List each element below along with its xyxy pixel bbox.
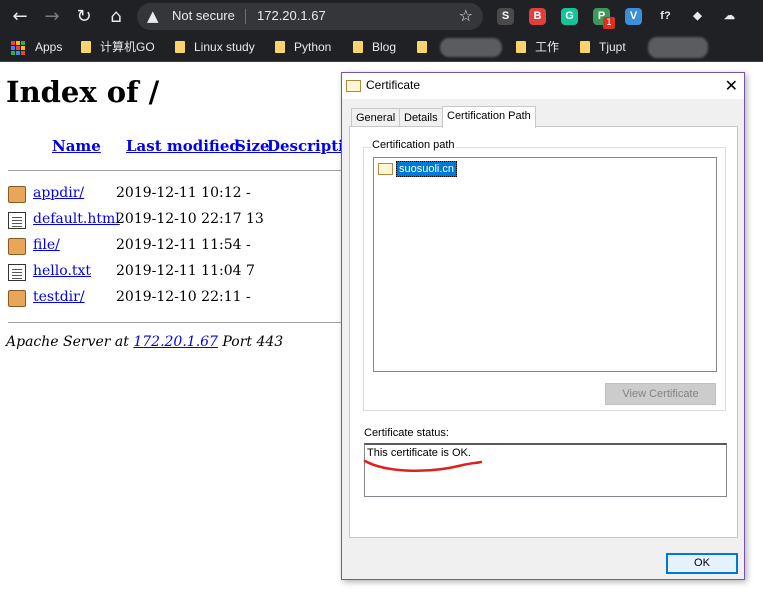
back-arrow-icon[interactable]: ← — [8, 5, 32, 29]
bookmark-folder[interactable]: 工作 — [516, 34, 559, 61]
file-link[interactable]: file/ — [33, 237, 60, 253]
tree-node-selected[interactable]: suosuoli.cn — [396, 161, 458, 177]
tab-certification-path[interactable]: Certification Path — [442, 106, 536, 128]
last-modified: 2019-12-10 22:17 — [116, 211, 242, 227]
folder-icon — [175, 41, 185, 53]
browser-toolbar: ← → ↻ ⌂ ▲ Not secure 172.20.1.67 ☆ SBGPV… — [0, 0, 763, 34]
file-size: 7 — [246, 263, 255, 279]
server-host-link[interactable]: 172.20.1.67 — [133, 334, 218, 350]
folder-icon — [580, 41, 590, 53]
omnibox-divider — [245, 9, 246, 24]
bookmarks-bar: Apps 计算机GO Linux study Python Blog 工作 Tj… — [0, 34, 763, 62]
bookmark-folder[interactable]: 计算机GO — [81, 34, 155, 61]
last-modified: 2019-12-11 10:12 — [116, 185, 242, 201]
file-link[interactable]: default.html — [33, 211, 120, 227]
dialog-title: Certificate — [366, 78, 421, 92]
certificate-icon — [378, 163, 393, 175]
file-size: - — [246, 237, 251, 253]
bookmark-apps[interactable]: Apps — [35, 34, 62, 61]
red-extension-icon[interactable]: B — [529, 8, 546, 25]
file-size: - — [246, 185, 251, 201]
divider — [8, 322, 352, 323]
folder-icon — [81, 41, 91, 53]
certification-path-label: Certification path — [371, 139, 456, 151]
file-link[interactable]: testdir/ — [33, 289, 85, 305]
close-icon[interactable]: ✕ — [725, 76, 738, 96]
blue-extension-icon[interactable]: V — [625, 8, 642, 25]
certificate-icon — [346, 80, 361, 92]
bookmark-label: Tjupt — [599, 40, 626, 54]
page-title: Index of / — [6, 75, 160, 109]
certification-path-panel: Certification path suosuoli.cn View Cert… — [349, 126, 738, 538]
last-modified: 2019-12-11 11:54 — [116, 237, 242, 253]
home-icon[interactable]: ⌂ — [104, 5, 128, 29]
file-link[interactable]: appdir/ — [33, 185, 84, 201]
table-row: hello.txt 2019-12-11 11:04 7 — [8, 261, 348, 283]
file-link[interactable]: hello.txt — [33, 263, 91, 279]
column-modified-link[interactable]: Last modified — [126, 137, 240, 155]
file-size: 13 — [246, 211, 264, 227]
certification-path-tree[interactable]: suosuoli.cn — [373, 157, 717, 372]
document-icon — [8, 264, 26, 281]
s-extension-icon[interactable]: S — [497, 8, 514, 25]
certificate-status-box: This certificate is OK. — [363, 443, 727, 497]
table-row: testdir/ 2019-12-10 22:11 - — [8, 287, 348, 309]
folder-icon — [8, 290, 26, 307]
server-signature-prefix: Apache Server at — [6, 334, 129, 350]
last-modified: 2019-12-10 22:11 — [116, 289, 242, 305]
bookmark-label: Apps — [35, 40, 63, 54]
last-modified: 2019-12-11 11:04 — [116, 263, 242, 279]
cloud-extension-icon[interactable]: ☁ — [721, 8, 738, 25]
folder-icon — [8, 238, 26, 255]
document-icon — [8, 212, 26, 229]
redacted-area — [648, 37, 708, 58]
bookmark-label: 工作 — [535, 40, 560, 54]
address-bar[interactable]: ▲ Not secure 172.20.1.67 ☆ — [137, 3, 483, 30]
reload-icon[interactable]: ↻ — [72, 5, 96, 29]
warning-icon[interactable]: ▲ — [147, 7, 159, 25]
bookmark-label: 计算机GO — [100, 40, 155, 54]
folder-icon — [8, 186, 26, 203]
forward-arrow-icon[interactable]: → — [40, 5, 64, 29]
server-signature-port: Port 443 — [222, 334, 284, 350]
redacted-area — [440, 38, 502, 57]
folder-icon — [275, 41, 285, 53]
bookmark-label: Blog — [372, 40, 397, 54]
bookmark-folder[interactable]: Tjupt — [580, 34, 626, 61]
bookmark-label: Linux study — [194, 40, 255, 54]
red-underline-annotation — [363, 459, 483, 472]
tab-details[interactable]: Details — [399, 108, 443, 127]
cube-extension-icon[interactable]: ◆ — [689, 8, 706, 25]
table-row: file/ 2019-12-11 11:54 - — [8, 235, 348, 257]
security-status[interactable]: Not secure — [172, 8, 235, 23]
certificate-dialog: Certificate ✕ General Details Certificat… — [341, 72, 745, 580]
tab-general[interactable]: General — [351, 108, 401, 127]
extension-badge: 1 — [603, 17, 615, 29]
bookmark-folder[interactable]: Blog — [353, 34, 396, 61]
grammarly-icon[interactable]: G — [561, 8, 578, 25]
folder-icon — [353, 41, 363, 53]
server-signature: Apache Server at 172.20.1.67 Port 443 — [6, 334, 283, 350]
table-row: default.html 2019-12-10 22:17 13 — [8, 209, 348, 231]
bookmark-label: Python — [294, 40, 332, 54]
bookmark-folder[interactable]: Linux study — [175, 34, 255, 61]
folder-icon — [516, 41, 526, 53]
file-size: - — [246, 289, 251, 305]
column-size-link[interactable]: Size — [235, 137, 270, 155]
certificate-status-label: Certificate status: — [364, 427, 449, 439]
table-row: appdir/ 2019-12-11 10:12 - — [8, 183, 348, 205]
star-icon[interactable]: ☆ — [459, 6, 473, 25]
view-certificate-button[interactable]: View Certificate — [605, 383, 716, 405]
bookmark-folder[interactable] — [417, 34, 436, 61]
column-name-link[interactable]: Name — [52, 137, 101, 155]
divider — [8, 170, 352, 171]
formula-extension-icon[interactable]: f? — [657, 8, 674, 25]
url-text[interactable]: 172.20.1.67 — [257, 8, 326, 23]
bookmark-folder[interactable]: Python — [275, 34, 331, 61]
dialog-title-bar[interactable]: Certificate ✕ — [342, 73, 744, 99]
folder-icon — [417, 41, 427, 53]
apps-grid-icon[interactable] — [11, 41, 25, 55]
ok-button[interactable]: OK — [666, 553, 738, 574]
